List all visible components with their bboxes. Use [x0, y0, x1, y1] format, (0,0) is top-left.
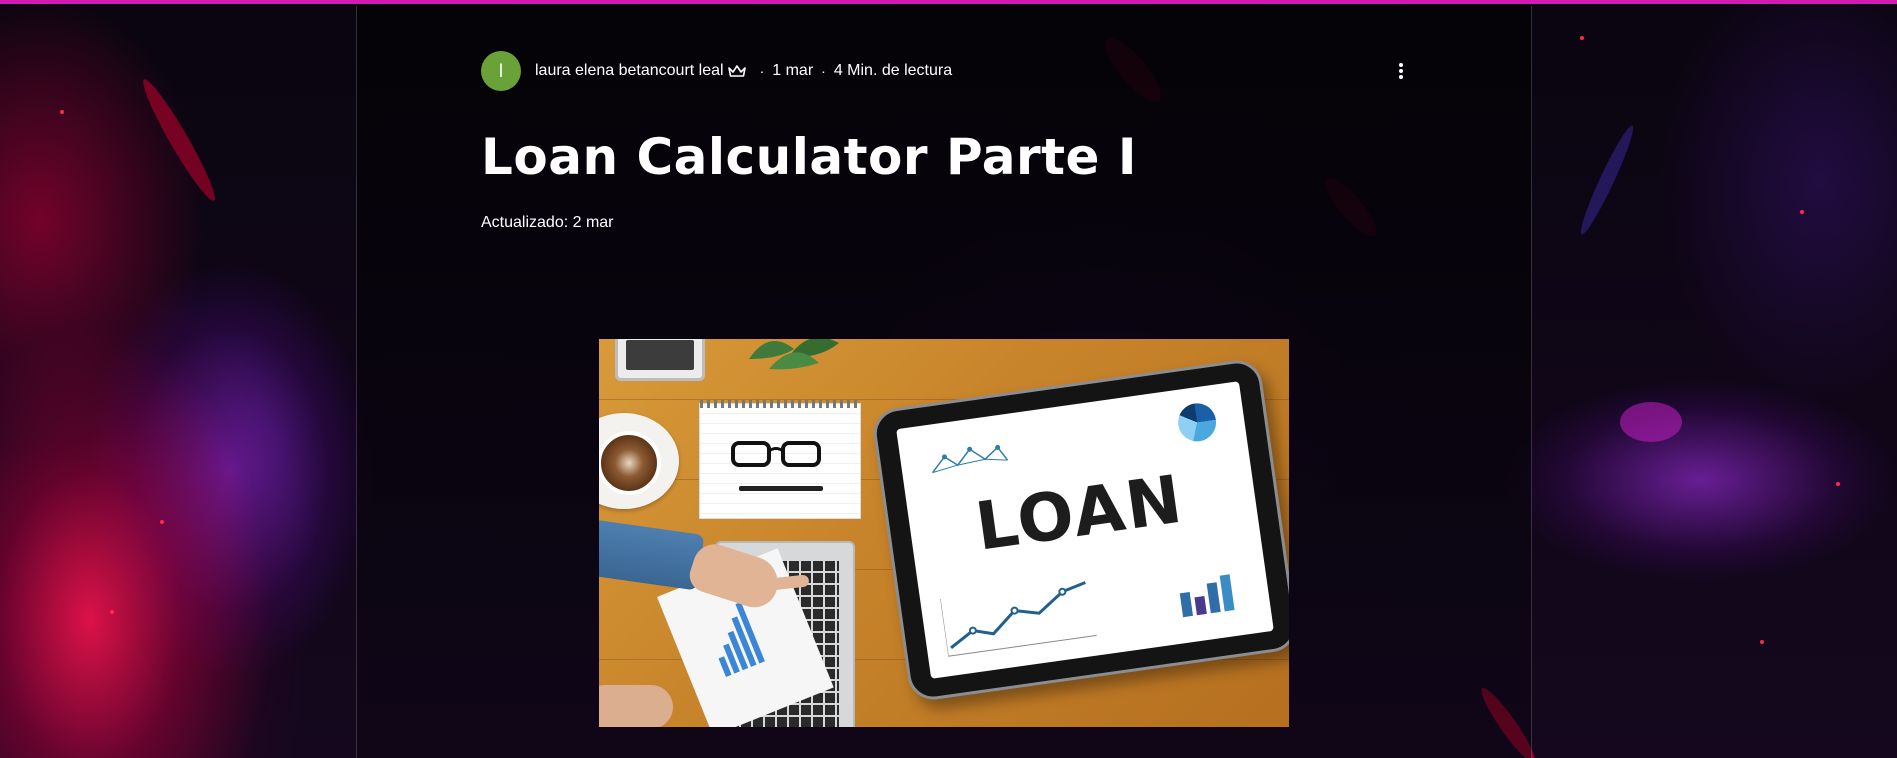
background-speck	[160, 520, 164, 524]
background-speck	[1836, 482, 1840, 486]
tablet-image: LOAN	[870, 357, 1289, 703]
post-meta-row: l laura elena betancourt leal · 1 mar · …	[481, 51, 1411, 91]
background-speck	[1800, 210, 1804, 214]
background-streak	[1575, 122, 1639, 238]
background-streak	[1620, 402, 1682, 442]
updated-date: Actualizado: 2 mar	[481, 214, 614, 231]
top-accent-line	[0, 0, 1897, 4]
phone-image	[615, 339, 705, 381]
post-title: Loan Calculator Parte I	[481, 128, 1137, 186]
background-speck	[110, 610, 114, 614]
background-speck	[60, 110, 64, 114]
author-name[interactable]: laura elena betancourt leal	[535, 62, 724, 80]
pen-image	[739, 486, 823, 491]
plant-image	[749, 339, 839, 370]
meta-separator: ·	[821, 63, 826, 79]
hand-image	[599, 685, 673, 727]
coffee-cup-image	[599, 413, 679, 509]
line-graphic	[940, 581, 1097, 657]
background-speck	[1580, 36, 1584, 40]
hero-image: LOAN	[599, 339, 1289, 727]
author-avatar[interactable]: l	[481, 51, 521, 91]
arm-image	[599, 519, 705, 591]
background-streak	[136, 74, 222, 206]
read-time: 4 Min. de lectura	[833, 62, 953, 79]
post-content-column: l laura elena betancourt leal · 1 mar · …	[356, 6, 1532, 758]
blog-post-page: l laura elena betancourt leal · 1 mar · …	[0, 0, 1897, 758]
meta-separator: ·	[759, 63, 765, 79]
bar-graphic	[1178, 574, 1235, 618]
background-speck	[1760, 640, 1764, 644]
author-initial: l	[499, 60, 503, 81]
pie-graphic	[1175, 400, 1219, 444]
post-date: 1 mar	[772, 62, 814, 79]
crown-icon	[727, 65, 746, 77]
glasses-image	[731, 441, 821, 467]
more-vertical-icon[interactable]	[1391, 61, 1411, 81]
network-graphic	[931, 444, 1009, 474]
